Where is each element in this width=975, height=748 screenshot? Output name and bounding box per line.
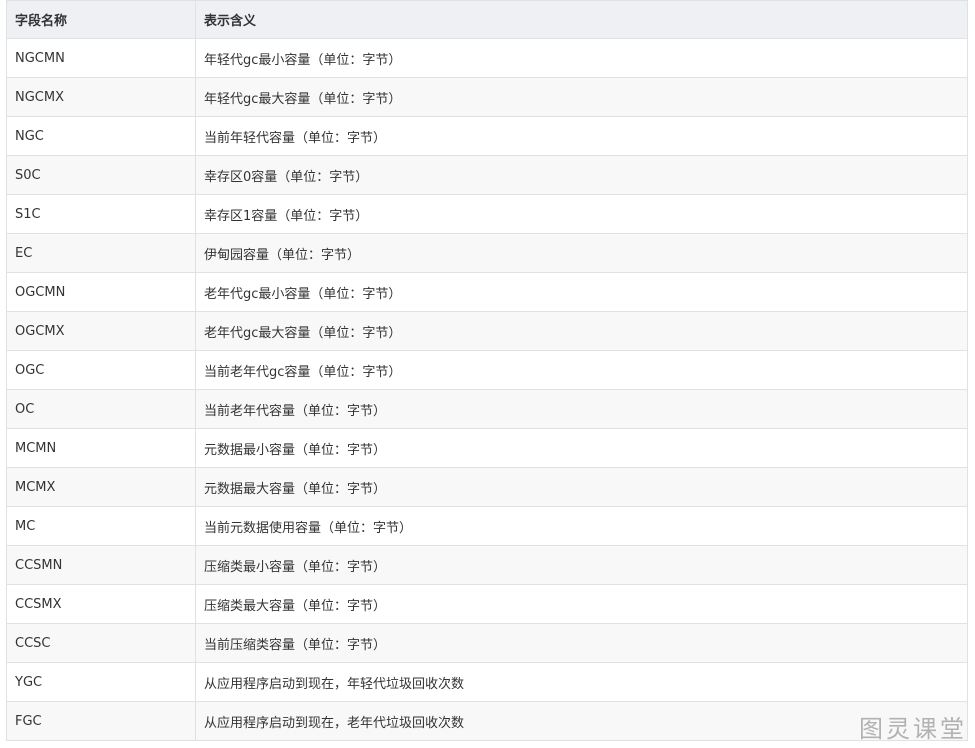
field-meaning-cell: 压缩类最大容量（单位：字节）: [195, 584, 968, 624]
table-row: FGC 从应用程序启动到现在，老年代垃圾回收次数: [6, 701, 968, 741]
table-row: NGCMX 年轻代gc最大容量（单位：字节）: [6, 77, 968, 117]
table-row: CCSMN 压缩类最小容量（单位：字节）: [6, 545, 968, 585]
field-meaning-cell: 从应用程序启动到现在，老年代垃圾回收次数: [195, 701, 968, 741]
field-meaning-cell: 伊甸园容量（单位：字节）: [195, 233, 968, 273]
field-name-cell: YGC: [6, 662, 196, 702]
field-meaning-cell: 老年代gc最小容量（单位：字节）: [195, 272, 968, 312]
field-name-cell: CCSMN: [6, 545, 196, 585]
field-name-cell: MCMX: [6, 467, 196, 507]
field-meaning-cell: 当前老年代容量（单位：字节）: [195, 389, 968, 429]
table-body: NGCMN 年轻代gc最小容量（单位：字节） NGCMX 年轻代gc最大容量（单…: [6, 38, 968, 741]
field-meaning-cell: 幸存区1容量（单位：字节）: [195, 194, 968, 234]
table-row: OGCMN 老年代gc最小容量（单位：字节）: [6, 272, 968, 312]
field-name-cell: S1C: [6, 194, 196, 234]
table-row: YGC 从应用程序启动到现在，年轻代垃圾回收次数: [6, 662, 968, 702]
table-row: NGC 当前年轻代容量（单位：字节）: [6, 116, 968, 156]
field-table: 字段名称 表示含义 NGCMN 年轻代gc最小容量（单位：字节） NGCMX 年…: [6, 0, 968, 741]
table-row: MC 当前元数据使用容量（单位：字节）: [6, 506, 968, 546]
table-header-row: 字段名称 表示含义: [6, 0, 968, 39]
field-table-container: 字段名称 表示含义 NGCMN 年轻代gc最小容量（单位：字节） NGCMX 年…: [6, 0, 968, 741]
field-meaning-cell: 当前元数据使用容量（单位：字节）: [195, 506, 968, 546]
field-name-cell: FGC: [6, 701, 196, 741]
table-row: OC 当前老年代容量（单位：字节）: [6, 389, 968, 429]
field-meaning-cell: 年轻代gc最小容量（单位：字节）: [195, 38, 968, 78]
table-row: OGC 当前老年代gc容量（单位：字节）: [6, 350, 968, 390]
field-name-cell: NGC: [6, 116, 196, 156]
field-meaning-cell: 当前压缩类容量（单位：字节）: [195, 623, 968, 663]
field-meaning-cell: 元数据最小容量（单位：字节）: [195, 428, 968, 468]
field-name-cell: MC: [6, 506, 196, 546]
table-row: OGCMX 老年代gc最大容量（单位：字节）: [6, 311, 968, 351]
field-name-cell: NGCMN: [6, 38, 196, 78]
table-row: CCSMX 压缩类最大容量（单位：字节）: [6, 584, 968, 624]
field-name-cell: EC: [6, 233, 196, 273]
field-name-cell: CCSC: [6, 623, 196, 663]
field-name-cell: CCSMX: [6, 584, 196, 624]
field-name-cell: OGCMN: [6, 272, 196, 312]
table-row: CCSC 当前压缩类容量（单位：字节）: [6, 623, 968, 663]
field-name-cell: OGC: [6, 350, 196, 390]
field-name-cell: OGCMX: [6, 311, 196, 351]
field-meaning-cell: 压缩类最小容量（单位：字节）: [195, 545, 968, 585]
field-meaning-cell: 当前老年代gc容量（单位：字节）: [195, 350, 968, 390]
field-meaning-cell: 元数据最大容量（单位：字节）: [195, 467, 968, 507]
field-name-cell: S0C: [6, 155, 196, 195]
table-row: MCMN 元数据最小容量（单位：字节）: [6, 428, 968, 468]
field-meaning-cell: 老年代gc最大容量（单位：字节）: [195, 311, 968, 351]
header-meaning: 表示含义: [195, 0, 968, 39]
field-meaning-cell: 年轻代gc最大容量（单位：字节）: [195, 77, 968, 117]
header-field-name: 字段名称: [6, 0, 196, 39]
field-name-cell: OC: [6, 389, 196, 429]
watermark-logo-text: 图灵课堂: [859, 715, 967, 743]
field-name-cell: MCMN: [6, 428, 196, 468]
field-name-cell: NGCMX: [6, 77, 196, 117]
table-row: EC 伊甸园容量（单位：字节）: [6, 233, 968, 273]
table-row: MCMX 元数据最大容量（单位：字节）: [6, 467, 968, 507]
field-meaning-cell: 幸存区0容量（单位：字节）: [195, 155, 968, 195]
table-row: NGCMN 年轻代gc最小容量（单位：字节）: [6, 38, 968, 78]
field-meaning-cell: 当前年轻代容量（单位：字节）: [195, 116, 968, 156]
table-row: S0C 幸存区0容量（单位：字节）: [6, 155, 968, 195]
field-meaning-cell: 从应用程序启动到现在，年轻代垃圾回收次数: [195, 662, 968, 702]
table-row: S1C 幸存区1容量（单位：字节）: [6, 194, 968, 234]
